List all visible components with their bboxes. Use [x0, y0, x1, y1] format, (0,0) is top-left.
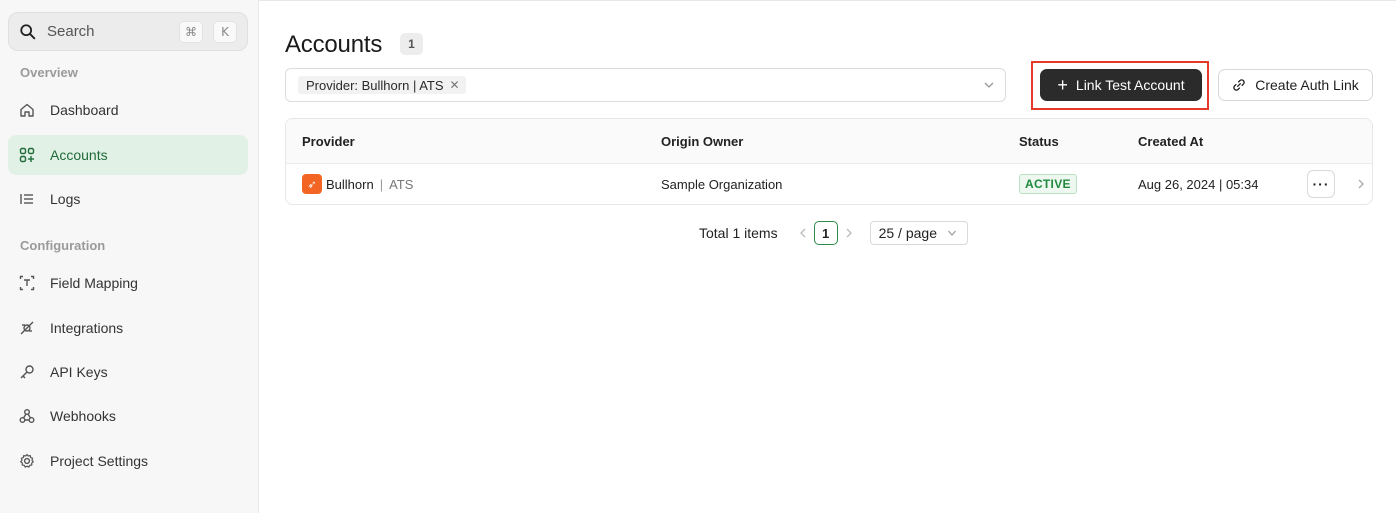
sidebar: Search ⌘ K Overview Dashboard Accounts L…: [0, 0, 259, 513]
accounts-table: Provider Origin Owner Status Created At …: [285, 118, 1373, 205]
integrations-icon: [18, 319, 36, 337]
webhook-icon: [18, 407, 36, 425]
logs-icon: [18, 190, 36, 208]
key-icon: [18, 363, 36, 381]
sidebar-item-field-mapping[interactable]: Field Mapping: [8, 263, 248, 303]
section-label-overview: Overview: [20, 65, 78, 80]
field-mapping-icon: [18, 274, 36, 292]
column-header-origin-owner: Origin Owner: [661, 134, 744, 149]
sidebar-item-project-settings[interactable]: Project Settings: [8, 441, 248, 481]
sidebar-item-dashboard[interactable]: Dashboard: [8, 90, 248, 130]
search-box[interactable]: Search ⌘ K: [8, 12, 248, 51]
sidebar-item-accounts[interactable]: Accounts: [8, 135, 248, 175]
provider-filter-select[interactable]: Provider: Bullhorn | ATS ✕: [285, 68, 1006, 102]
column-header-status: Status: [1019, 134, 1059, 149]
sidebar-item-integrations[interactable]: Integrations: [8, 308, 248, 348]
prev-page-button[interactable]: [796, 226, 810, 240]
main-content: Accounts 1 Provider: Bullhorn | ATS ✕ + …: [259, 0, 1396, 513]
provider-name: Bullhorn: [326, 177, 374, 192]
create-auth-link-button[interactable]: Create Auth Link: [1218, 69, 1373, 101]
sidebar-item-label: API Keys: [50, 364, 108, 380]
created-at-cell: Aug 26, 2024 | 05:34: [1138, 177, 1259, 192]
home-icon: [18, 101, 36, 119]
sidebar-item-label: Accounts: [50, 147, 108, 163]
total-items: Total 1 items: [699, 225, 778, 241]
origin-owner-cell: Sample Organization: [661, 177, 783, 192]
link-icon: [1233, 79, 1245, 91]
pagination: Total 1 items 1 25 / page: [699, 221, 968, 245]
sidebar-item-webhooks[interactable]: Webhooks: [8, 396, 248, 436]
shortcut-k-key: K: [213, 20, 237, 43]
chevron-left-icon: [799, 228, 806, 238]
status-badge: ACTIVE: [1019, 174, 1077, 194]
gear-icon: [18, 452, 36, 470]
plus-icon: +: [1057, 75, 1068, 95]
page-size-value: 25 / page: [878, 225, 937, 241]
accounts-icon: [18, 146, 36, 164]
provider-separator: |: [379, 177, 384, 192]
sidebar-item-label: Field Mapping: [50, 275, 138, 291]
sidebar-item-label: Dashboard: [50, 102, 119, 118]
next-page-button[interactable]: [842, 226, 856, 240]
count-badge: 1: [400, 33, 423, 55]
column-header-provider: Provider: [302, 134, 355, 149]
filter-tag-label: Provider: Bullhorn | ATS: [306, 77, 444, 93]
chevron-down-icon: [984, 82, 994, 88]
chevron-down-icon: [947, 230, 956, 236]
sidebar-item-label: Webhooks: [50, 408, 116, 424]
section-label-configuration: Configuration: [20, 238, 106, 253]
page-number-button[interactable]: 1: [813, 221, 838, 245]
search-placeholder: Search: [47, 23, 95, 40]
link-test-account-label: Link Test Account: [1075, 77, 1185, 93]
column-header-created-at: Created At: [1138, 134, 1204, 149]
link-test-account-button[interactable]: + Link Test Account: [1040, 69, 1202, 101]
close-icon[interactable]: ✕: [450, 78, 460, 92]
sidebar-item-api-keys[interactable]: API Keys: [8, 352, 248, 392]
more-actions-button[interactable]: ···: [1307, 170, 1335, 198]
bullhorn-logo-icon: ➶: [302, 174, 322, 194]
sidebar-item-logs[interactable]: Logs: [8, 179, 248, 219]
sidebar-item-label: Project Settings: [50, 453, 149, 469]
table-header: Provider Origin Owner Status Created At: [286, 119, 1372, 164]
shortcut-cmd-key: ⌘: [179, 20, 203, 43]
chevron-right-icon[interactable]: [1356, 178, 1366, 190]
table-row[interactable]: ➶ Bullhorn | ATS Sample Organization ACTIV…: [286, 164, 1372, 204]
sidebar-item-label: Integrations: [50, 320, 124, 336]
chevron-right-icon: [846, 228, 852, 238]
search-icon: [20, 23, 36, 39]
provider-cell: Bullhorn | ATS: [326, 177, 413, 192]
sidebar-item-label: Logs: [50, 191, 81, 207]
create-auth-link-label: Create Auth Link: [1255, 77, 1359, 93]
page-size-select[interactable]: 25 / page: [869, 221, 968, 245]
provider-category: ATS: [389, 177, 414, 192]
page-title: Accounts: [285, 31, 383, 58]
filter-tag: Provider: Bullhorn | ATS ✕: [298, 76, 466, 94]
